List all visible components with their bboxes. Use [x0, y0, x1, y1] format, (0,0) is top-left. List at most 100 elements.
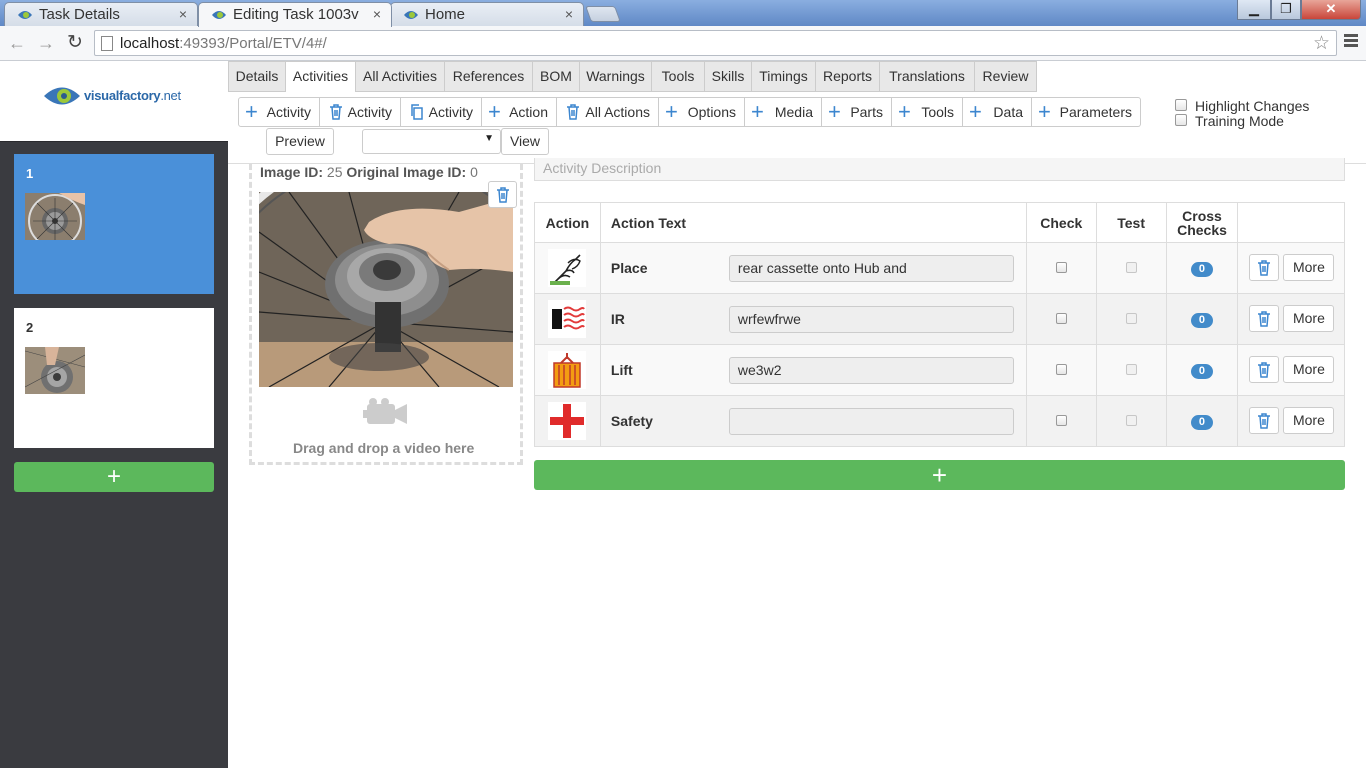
- browser-tab-home[interactable]: Home ×: [390, 2, 584, 26]
- tab-timings[interactable]: Timings: [752, 61, 816, 92]
- more-button[interactable]: More: [1283, 356, 1335, 383]
- tab-details[interactable]: Details: [228, 61, 286, 92]
- tab-translations[interactable]: Translations: [880, 61, 975, 92]
- add-options-button[interactable]: + Options: [659, 97, 745, 127]
- image-id-info: Image ID: 25 Original Image ID: 0: [260, 164, 478, 180]
- delete-action-button[interactable]: [1249, 356, 1280, 383]
- close-tab-icon[interactable]: ×: [565, 6, 573, 22]
- add-action-row-button[interactable]: +: [534, 460, 1345, 490]
- main-tabs: Details Activities All Activities Refere…: [228, 61, 1366, 92]
- activity-image[interactable]: [259, 192, 513, 387]
- window-close-button[interactable]: ✕: [1301, 0, 1361, 20]
- reload-icon[interactable]: ↻: [64, 32, 86, 54]
- tab-review[interactable]: Review: [975, 61, 1037, 92]
- cross-checks-badge[interactable]: 0: [1190, 262, 1213, 277]
- step-thumbnail: [25, 347, 85, 394]
- check-checkbox[interactable]: [1055, 415, 1067, 426]
- logo-area: visualfactory.net: [0, 61, 228, 141]
- cross-checks-badge[interactable]: 0: [1190, 313, 1213, 328]
- delete-all-actions-button[interactable]: All Actions: [557, 97, 659, 127]
- add-parts-button[interactable]: + Parts: [822, 97, 892, 127]
- close-tab-icon[interactable]: ×: [179, 6, 187, 22]
- action-text-input[interactable]: [728, 407, 1014, 435]
- more-button[interactable]: More: [1283, 305, 1335, 332]
- browser-tab-editing-task[interactable]: Editing Task 1003v1 ×: [198, 2, 392, 27]
- row-actions-cell: More: [1237, 395, 1345, 447]
- cross-checks-cell: 0: [1165, 242, 1239, 294]
- language-select[interactable]: ▼: [362, 129, 501, 154]
- close-tab-icon[interactable]: ×: [373, 6, 381, 22]
- training-mode-checkbox[interactable]: [1175, 114, 1187, 126]
- back-arrow-icon[interactable]: ←: [6, 32, 28, 54]
- forward-arrow-icon[interactable]: →: [35, 32, 57, 54]
- tab-tools[interactable]: Tools: [652, 61, 705, 92]
- cross-checks-badge[interactable]: 0: [1190, 364, 1213, 379]
- add-tools-button[interactable]: + Tools: [892, 97, 963, 127]
- site-favicon-icon: [18, 11, 32, 19]
- delete-action-button[interactable]: [1249, 407, 1280, 434]
- tab-bom[interactable]: BOM: [533, 61, 580, 92]
- test-cell: [1095, 293, 1167, 345]
- action-text-input[interactable]: rear cassette onto Hub and: [728, 254, 1014, 282]
- action-text-input[interactable]: we3w2: [728, 356, 1014, 384]
- add-action-button[interactable]: + Action: [482, 97, 557, 127]
- add-activity-button[interactable]: + Activity: [238, 97, 320, 127]
- minimize-button[interactable]: ▁: [1237, 0, 1271, 20]
- video-drop-zone-text[interactable]: Drag and drop a video here: [293, 440, 474, 456]
- delete-action-button[interactable]: [1249, 305, 1280, 332]
- column-header-actions: [1237, 202, 1345, 243]
- lift-crate-icon[interactable]: [548, 351, 587, 389]
- check-checkbox[interactable]: [1055, 313, 1067, 324]
- highlight-changes-checkbox[interactable]: [1175, 99, 1187, 111]
- new-tab-button[interactable]: [585, 6, 621, 22]
- action-icon-cell: [534, 242, 601, 294]
- test-checkbox: [1125, 262, 1137, 273]
- plus-icon: +: [665, 99, 678, 124]
- copy-icon: [411, 104, 423, 120]
- tab-skills[interactable]: Skills: [705, 61, 752, 92]
- tab-reports[interactable]: Reports: [816, 61, 880, 92]
- tab-warnings[interactable]: Warnings: [580, 61, 652, 92]
- add-media-button[interactable]: + Media: [745, 97, 822, 127]
- tab-all-activities[interactable]: All Activities: [356, 61, 445, 92]
- column-header-check: Check: [1025, 202, 1097, 243]
- maximize-button[interactable]: ❐: [1271, 0, 1301, 20]
- check-cell: [1025, 344, 1097, 396]
- action-name: IR: [610, 311, 625, 327]
- delete-image-button[interactable]: [488, 181, 517, 208]
- plus-icon: +: [245, 99, 258, 124]
- check-cell: [1025, 293, 1097, 345]
- activity-description-input[interactable]: Activity Description: [534, 158, 1345, 181]
- check-checkbox[interactable]: [1055, 364, 1067, 375]
- browser-menu-icon[interactable]: [1344, 34, 1358, 49]
- step-card-1[interactable]: 1: [14, 154, 214, 294]
- ir-heat-icon[interactable]: [548, 300, 587, 338]
- delete-action-button[interactable]: [1249, 254, 1280, 281]
- more-button[interactable]: More: [1283, 407, 1335, 434]
- trash-icon: [497, 187, 509, 203]
- add-data-button[interactable]: + Data: [963, 97, 1032, 127]
- tab-references[interactable]: References: [445, 61, 533, 92]
- cross-checks-badge[interactable]: 0: [1190, 415, 1213, 430]
- bookmark-star-icon[interactable]: ☆: [1313, 32, 1330, 55]
- action-text-input[interactable]: wrfewfrwe: [728, 305, 1014, 333]
- view-button[interactable]: View: [501, 128, 549, 155]
- safety-cross-icon[interactable]: [548, 402, 587, 440]
- browser-tab-task-details[interactable]: Task Details ×: [4, 2, 198, 26]
- more-button[interactable]: More: [1283, 254, 1335, 281]
- preview-button[interactable]: Preview: [266, 128, 334, 155]
- action-text-cell: IR wrfewfrwe: [599, 293, 1027, 345]
- add-parameters-button[interactable]: + Parameters: [1032, 97, 1141, 127]
- copy-activity-button[interactable]: Activity: [401, 97, 482, 127]
- place-hand-icon[interactable]: [548, 249, 587, 287]
- tab-title: Editing Task 1003v1: [233, 6, 359, 23]
- add-step-button[interactable]: +: [14, 462, 214, 492]
- address-bar[interactable]: localhost:49393/Portal/ETV/4#/ ☆: [94, 30, 1337, 56]
- table-row: Safety 0 More: [534, 395, 1345, 447]
- delete-activity-button[interactable]: Activity: [320, 97, 401, 127]
- tab-activities[interactable]: Activities: [286, 61, 356, 92]
- action-name: Lift: [610, 362, 633, 378]
- check-checkbox[interactable]: [1055, 262, 1067, 273]
- plus-icon: +: [969, 99, 982, 124]
- step-card-2[interactable]: 2: [14, 308, 214, 448]
